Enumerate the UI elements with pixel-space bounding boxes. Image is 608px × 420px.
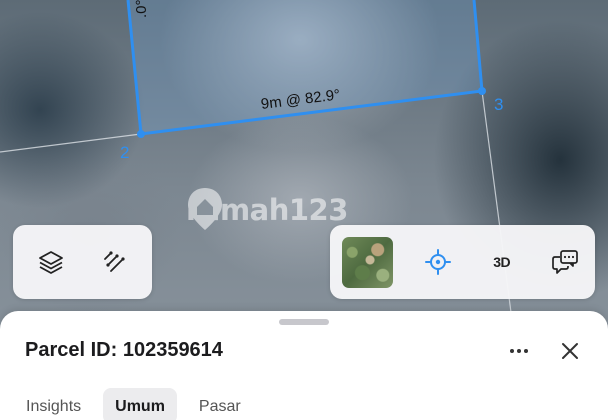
parcel-title: Parcel ID: 102359614 [25,339,223,361]
3d-label: 3D [493,254,511,270]
measure-button[interactable] [96,244,132,280]
feedback-icon [552,250,578,274]
locate-icon [425,249,452,275]
sheet-tabs: Insights Umum Pasar [14,388,253,420]
layers-icon [39,251,63,274]
close-icon [562,343,578,359]
more-options-button[interactable] [504,339,534,363]
tab-insights[interactable]: Insights [14,388,93,420]
watermark-logo: rumah123 [186,186,348,234]
more-horizontal-icon [510,349,528,353]
parcel-bottom-sheet: Parcel ID: 102359614 Insights Umum Pasar [0,311,608,420]
map-tools-left [13,225,152,299]
tab-umum[interactable]: Umum [103,388,177,420]
vertex-label-3: 3 [494,95,504,114]
vertex-2[interactable] [137,130,145,138]
3d-view-button[interactable]: 3D [484,244,520,280]
layers-button[interactable] [33,244,69,280]
feedback-button[interactable] [547,244,583,280]
map-tools-right: 3D [330,225,595,299]
locate-button[interactable] [420,244,456,280]
edge-label-left: .0° [133,0,150,18]
measure-icon [104,251,125,272]
sheet-drag-handle[interactable] [279,319,329,325]
basemap-satellite-thumbnail[interactable] [342,236,393,288]
vertex-3[interactable] [478,87,486,95]
tab-pasar[interactable]: Pasar [187,388,253,420]
close-button[interactable] [557,338,583,364]
pin-logo-icon [188,188,222,230]
vertex-label-2: 2 [120,143,130,162]
